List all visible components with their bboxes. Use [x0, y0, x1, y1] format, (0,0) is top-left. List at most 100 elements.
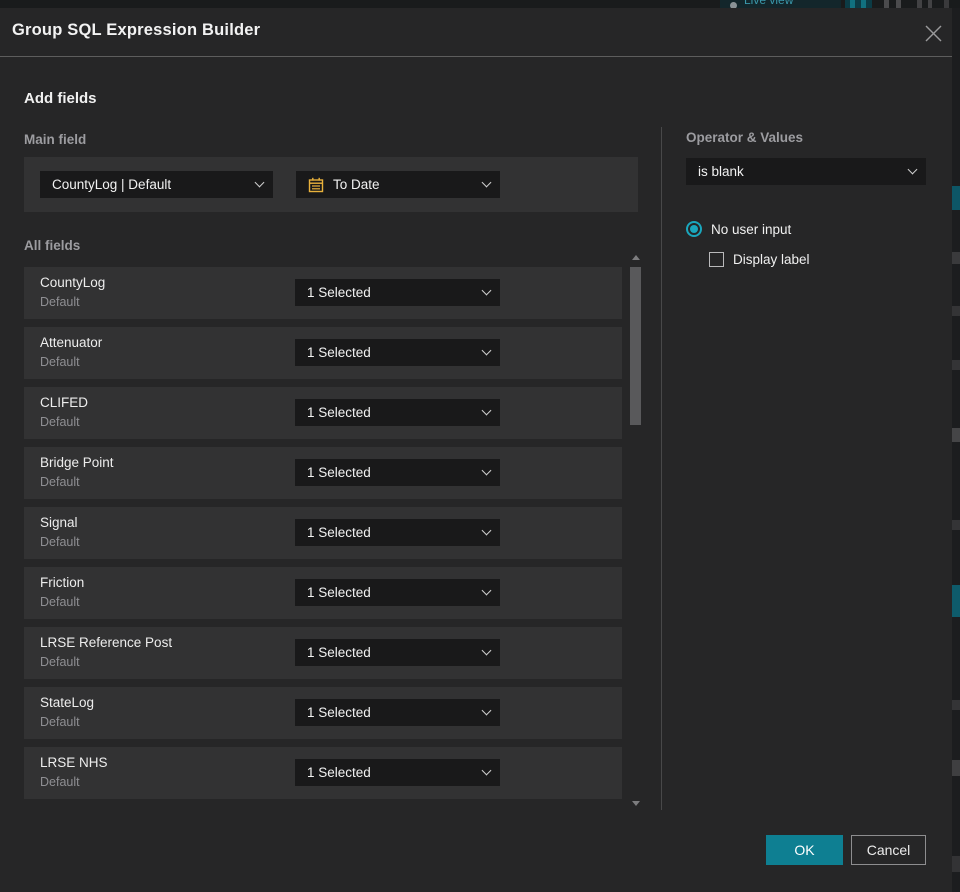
- field-row: CountyLog Default 1 Selected: [24, 267, 622, 319]
- all-fields-label: All fields: [24, 238, 81, 253]
- toolbar-icon-sliver: [944, 0, 949, 8]
- field-values-dropdown-value: 1 Selected: [307, 705, 371, 720]
- field-subtitle: Default: [40, 655, 80, 669]
- field-row: Attenuator Default 1 Selected: [24, 327, 622, 379]
- checkbox-unchecked-icon: [709, 252, 724, 267]
- operator-dropdown[interactable]: is blank: [686, 158, 926, 185]
- background-sliver: [952, 760, 960, 776]
- radio-selected-icon: [686, 221, 702, 237]
- field-values-dropdown-value: 1 Selected: [307, 525, 371, 540]
- field-values-dropdown[interactable]: 1 Selected: [295, 519, 500, 546]
- field-values-dropdown[interactable]: 1 Selected: [295, 759, 500, 786]
- field-values-dropdown-value: 1 Selected: [307, 585, 371, 600]
- field-values-dropdown-value: 1 Selected: [307, 405, 371, 420]
- toolbar-icon-sliver: [850, 0, 855, 8]
- background-sliver: [952, 856, 960, 872]
- field-row: LRSE Reference Post Default 1 Selected: [24, 627, 622, 679]
- close-icon: [925, 25, 941, 41]
- no-user-input-radio[interactable]: No user input: [686, 221, 791, 237]
- operator-values-heading: Operator & Values: [686, 130, 804, 145]
- display-label-label: Display label: [733, 252, 810, 267]
- dialog-title-bar: Group SQL Expression Builder: [0, 8, 952, 56]
- field-row: CLIFED Default 1 Selected: [24, 387, 622, 439]
- toolbar-icon-sliver: [884, 0, 889, 8]
- field-row: Signal Default 1 Selected: [24, 507, 622, 559]
- add-fields-heading: Add fields: [24, 90, 97, 107]
- field-subtitle: Default: [40, 355, 80, 369]
- ok-button[interactable]: OK: [766, 835, 843, 865]
- field-row: Friction Default 1 Selected: [24, 567, 622, 619]
- field-subtitle: Default: [40, 475, 80, 489]
- scrollbar-thumb[interactable]: [630, 267, 641, 425]
- calendar-icon: [308, 177, 324, 193]
- chevron-down-icon: [481, 177, 492, 188]
- field-subtitle: Default: [40, 415, 80, 429]
- background-app-top-strip: Live view: [0, 0, 960, 8]
- field-name: Friction: [40, 575, 85, 590]
- field-subtitle: Default: [40, 295, 80, 309]
- scroll-up-arrow-icon[interactable]: [632, 255, 640, 260]
- background-sliver: [952, 360, 960, 370]
- chevron-down-icon: [481, 525, 492, 536]
- toolbar-icon-sliver: [917, 0, 922, 8]
- field-name: StateLog: [40, 695, 95, 710]
- field-values-dropdown[interactable]: 1 Selected: [295, 699, 500, 726]
- field-name: CountyLog: [40, 275, 106, 290]
- field-subtitle: Default: [40, 715, 80, 729]
- scroll-down-arrow-icon[interactable]: [632, 801, 640, 806]
- field-name: LRSE NHS: [40, 755, 108, 770]
- chevron-down-icon: [481, 405, 492, 416]
- chevron-down-icon: [481, 585, 492, 596]
- display-label-checkbox[interactable]: Display label: [709, 252, 810, 267]
- field-name: Attenuator: [40, 335, 103, 350]
- background-teal-sliver: [952, 585, 960, 617]
- chevron-down-icon: [481, 285, 492, 296]
- field-values-dropdown-value: 1 Selected: [307, 465, 371, 480]
- live-view-toggle[interactable]: Live view: [720, 0, 841, 8]
- field-values-dropdown[interactable]: 1 Selected: [295, 639, 500, 666]
- main-field-panel: CountyLog | Default To Date: [24, 157, 638, 212]
- date-field-dropdown[interactable]: To Date: [296, 171, 500, 198]
- background-app-right-strip: [952, 8, 960, 892]
- chevron-down-icon: [481, 465, 492, 476]
- no-user-input-label: No user input: [711, 221, 792, 237]
- background-sliver: [952, 700, 960, 710]
- field-values-dropdown-value: 1 Selected: [307, 345, 371, 360]
- field-values-dropdown[interactable]: 1 Selected: [295, 399, 500, 426]
- field-row: LRSE NHS Default 1 Selected: [24, 747, 622, 799]
- background-sliver: [952, 520, 960, 530]
- field-name: Signal: [40, 515, 78, 530]
- field-row: Bridge Point Default 1 Selected: [24, 447, 622, 499]
- chevron-down-icon: [907, 164, 918, 175]
- date-dropdown-value: To Date: [333, 177, 380, 192]
- toolbar-icon-sliver: [861, 0, 866, 8]
- header-divider: [0, 56, 952, 57]
- field-subtitle: Default: [40, 775, 80, 789]
- field-values-dropdown[interactable]: 1 Selected: [295, 459, 500, 486]
- field-values-dropdown-value: 1 Selected: [307, 285, 371, 300]
- chevron-down-icon: [481, 345, 492, 356]
- close-button[interactable]: [920, 20, 946, 46]
- main-field-dropdown-value: CountyLog | Default: [52, 177, 172, 192]
- background-sliver: [952, 428, 960, 442]
- chevron-down-icon: [481, 645, 492, 656]
- cancel-button[interactable]: Cancel: [851, 835, 926, 865]
- all-fields-list: CountyLog Default 1 Selected Attenuator …: [24, 267, 622, 807]
- field-name: Bridge Point: [40, 455, 114, 470]
- operator-dropdown-value: is blank: [698, 164, 744, 179]
- radio-dot: [690, 225, 698, 233]
- field-values-dropdown-value: 1 Selected: [307, 645, 371, 660]
- field-subtitle: Default: [40, 535, 80, 549]
- chevron-down-icon: [254, 177, 265, 188]
- field-subtitle: Default: [40, 595, 80, 609]
- chevron-down-icon: [481, 765, 492, 776]
- field-values-dropdown[interactable]: 1 Selected: [295, 579, 500, 606]
- field-list-scrollbar[interactable]: [626, 253, 644, 806]
- main-field-label: Main field: [24, 132, 87, 147]
- field-values-dropdown[interactable]: 1 Selected: [295, 339, 500, 366]
- field-values-dropdown[interactable]: 1 Selected: [295, 279, 500, 306]
- field-values-dropdown-value: 1 Selected: [307, 765, 371, 780]
- live-view-label: Live view: [744, 0, 794, 7]
- dialog-title: Group SQL Expression Builder: [12, 21, 261, 39]
- main-field-dropdown[interactable]: CountyLog | Default: [40, 171, 273, 198]
